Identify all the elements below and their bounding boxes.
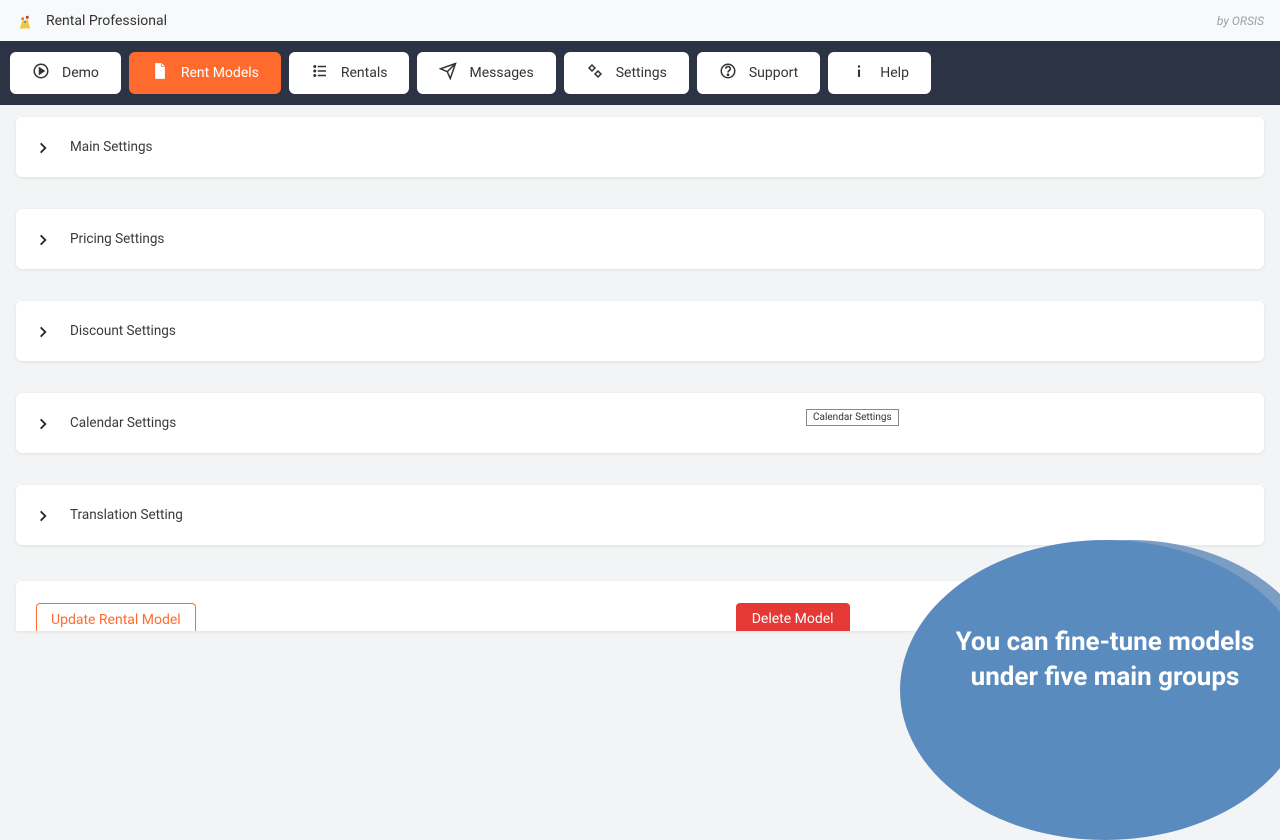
- info-icon: [850, 62, 868, 84]
- nav-label: Messages: [469, 65, 533, 81]
- callout-overlay: You can fine-tune models under five main…: [900, 540, 1280, 840]
- nav-rent-models-button[interactable]: Rent Models: [129, 52, 281, 94]
- accordion-discount-settings[interactable]: Discount Settings: [16, 301, 1264, 361]
- nav-messages-button[interactable]: Messages: [417, 52, 555, 94]
- nav-rentals-button[interactable]: Rentals: [289, 52, 410, 94]
- accordion-title: Pricing Settings: [70, 231, 164, 247]
- help-circle-icon: [719, 62, 737, 84]
- nav-help-button[interactable]: Help: [828, 52, 931, 94]
- tooltip-calendar-settings: Calendar Settings: [806, 409, 899, 426]
- nav-label: Rentals: [341, 65, 388, 81]
- delete-model-button[interactable]: Delete Model: [736, 603, 850, 631]
- nav-label: Rent Models: [181, 65, 259, 81]
- chevron-right-icon: [36, 324, 50, 338]
- chevron-right-icon: [36, 232, 50, 246]
- update-rental-model-button[interactable]: Update Rental Model: [36, 603, 196, 631]
- callout-bubble: You can fine-tune models under five main…: [900, 540, 1280, 840]
- app-logo-icon: [16, 12, 34, 30]
- callout-text: You can fine-tune models under five main…: [950, 625, 1260, 695]
- chevron-right-icon: [36, 140, 50, 154]
- nav-label: Demo: [62, 65, 99, 81]
- accordion-title: Translation Setting: [70, 507, 183, 523]
- navbar: Demo Rent Models Rentals Messages Settin…: [0, 41, 1280, 105]
- topbar: Rental Professional by ORSIS: [0, 0, 1280, 41]
- accordion-main-settings[interactable]: Main Settings: [16, 117, 1264, 177]
- app-title: Rental Professional: [46, 13, 167, 29]
- nav-settings-button[interactable]: Settings: [564, 52, 689, 94]
- list-icon: [311, 62, 329, 84]
- nav-support-button[interactable]: Support: [697, 52, 820, 94]
- nav-label: Help: [880, 65, 909, 81]
- accordion-calendar-settings[interactable]: Calendar Settings Calendar Settings: [16, 393, 1264, 453]
- topbar-left: Rental Professional: [16, 12, 167, 30]
- play-icon: [32, 62, 50, 84]
- vendor-label: by ORSIS: [1217, 14, 1264, 28]
- accordion-title: Discount Settings: [70, 323, 176, 339]
- accordion-pricing-settings[interactable]: Pricing Settings: [16, 209, 1264, 269]
- send-icon: [439, 62, 457, 84]
- accordion-title: Calendar Settings: [70, 415, 176, 431]
- chevron-right-icon: [36, 416, 50, 430]
- nav-demo-button[interactable]: Demo: [10, 52, 121, 94]
- document-icon: [151, 62, 169, 84]
- accordion-translation-setting[interactable]: Translation Setting: [16, 485, 1264, 545]
- gears-icon: [586, 62, 604, 84]
- chevron-right-icon: [36, 508, 50, 522]
- accordion-title: Main Settings: [70, 139, 153, 155]
- nav-label: Support: [749, 65, 798, 81]
- nav-label: Settings: [616, 65, 667, 81]
